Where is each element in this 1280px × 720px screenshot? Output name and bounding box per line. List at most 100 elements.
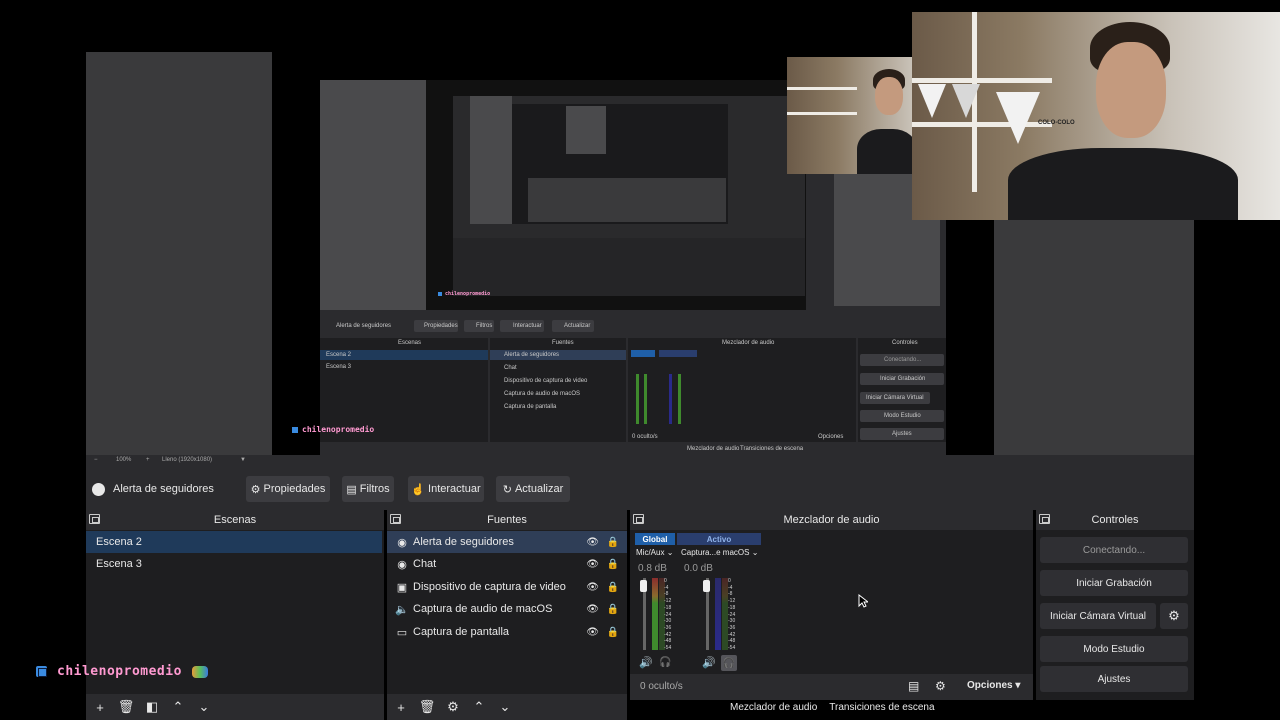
lock-icon[interactable]: 🔒 <box>607 604 619 615</box>
source-item[interactable]: ◉ Chat 👁 🔒 <box>387 553 627 575</box>
undock-icon[interactable] <box>89 514 100 524</box>
nested-tab-mixer: Mezclador de audio <box>687 446 740 452</box>
eye-icon[interactable]: 👁 <box>586 559 599 570</box>
advanced-settings-icon[interactable]: ⚙ <box>935 679 946 693</box>
filters-button[interactable]: ▤ Filtros <box>342 476 394 502</box>
channel-1-name[interactable]: Mic/Aux ⌄ <box>636 548 673 557</box>
scale-tick: -24 <box>728 611 736 618</box>
headphones-icon[interactable]: 🎧 <box>721 655 737 671</box>
eye-icon[interactable]: 👁 <box>586 604 599 615</box>
lock-icon[interactable]: 🔒 <box>607 627 619 638</box>
headphones-icon[interactable]: 🎧 <box>659 657 671 668</box>
chevron-down-icon: ⌄ <box>666 548 674 557</box>
nested-filters: Filtros <box>476 323 493 329</box>
chevron-down-icon[interactable]: ▼ <box>240 457 246 463</box>
mixer-hidden-count: 0 oculto/s <box>640 681 683 692</box>
scale-tick: -4 <box>664 584 669 591</box>
trash-icon[interactable]: 🗑 <box>415 697 439 717</box>
scene-label: Escena 3 <box>96 558 142 570</box>
channel-1-fader[interactable] <box>640 580 647 592</box>
channel-2-fader[interactable] <box>703 580 710 592</box>
filter-icon[interactable]: ◧ <box>140 697 164 717</box>
webcam-small <box>787 57 912 174</box>
channel-2-name[interactable]: Captura...e macOS ⌄ <box>681 548 758 557</box>
eye-icon[interactable]: 👁 <box>586 582 599 593</box>
gear-icon[interactable]: ⚙ <box>441 697 465 717</box>
nested-tab-transitions: Transiciones de escena <box>740 446 804 452</box>
filters-icon: ▤ <box>346 483 357 496</box>
nested-start-recording: Iniciar Grabación <box>880 376 926 382</box>
zoom-in-icon[interactable]: + <box>146 457 150 463</box>
mixer-toolbar: 0 oculto/s ▤ ⚙ Opciones ▾ <box>630 674 1033 700</box>
eye-icon[interactable]: 👁 <box>586 537 599 548</box>
tab-scene-transitions[interactable]: Transiciones de escena <box>829 702 934 713</box>
source-item[interactable]: ▣ Dispositivo de captura de video 👁 🔒 <box>387 576 627 598</box>
nested-mixer-dock: Mezclador de audio 0 oculto/s Opciones <box>628 338 856 442</box>
scale-mode[interactable]: Lleno (1920x1080) <box>162 457 212 463</box>
scale-tick: -48 <box>664 638 672 645</box>
tab-active[interactable]: Activo <box>677 533 761 545</box>
studio-mode-button[interactable]: Modo Estudio <box>1040 636 1188 662</box>
speaker-icon: 🔈 <box>395 603 409 616</box>
twitch-icon <box>438 292 442 296</box>
undock-icon[interactable] <box>1039 514 1050 524</box>
volume-icon[interactable]: 🔊 <box>702 656 716 669</box>
virtual-camera-settings-button[interactable]: ⚙ <box>1160 603 1188 629</box>
tab-audio-mixer[interactable]: Mezclador de audio <box>730 702 817 713</box>
lock-icon[interactable]: 🔒 <box>607 537 619 548</box>
mixer-title: Mezclador de audio <box>783 514 880 526</box>
zoom-out-icon[interactable]: − <box>94 457 98 463</box>
nested-overlay-name-2: chilenopromedio <box>438 291 490 297</box>
context-source: Alerta de seguidores <box>92 477 214 501</box>
source-item[interactable]: ▭ Captura de pantalla 👁 🔒 <box>387 621 627 643</box>
scale-tick: -4 <box>728 584 733 591</box>
nested-refresh: Actualizar <box>564 323 591 329</box>
scale-tick: -36 <box>728 624 736 631</box>
add-icon[interactable]: + <box>389 697 413 717</box>
channel-2-db: 0.0 dB <box>684 563 713 574</box>
undock-icon[interactable] <box>633 514 644 524</box>
chevron-down-icon[interactable]: ⌄ <box>493 697 517 717</box>
volume-icon[interactable]: 🔊 <box>639 656 653 669</box>
sources-title: Fuentes <box>487 514 527 526</box>
tab-global[interactable]: Global <box>635 533 675 545</box>
virtual-camera-button[interactable]: Iniciar Cámara Virtual <box>1040 603 1156 629</box>
properties-button[interactable]: ⚙ Propiedades <box>246 476 330 502</box>
stream-button[interactable]: Conectando... <box>1040 537 1188 563</box>
source-label: Captura de pantalla <box>413 626 510 638</box>
scene-item[interactable]: Escena 2 <box>86 531 382 553</box>
chevron-up-icon[interactable]: ⌃ <box>166 697 190 717</box>
stream-label: Conectando... <box>1082 544 1146 556</box>
lock-icon[interactable]: 🔒 <box>607 582 619 593</box>
eye-icon[interactable]: 👁 <box>586 627 599 638</box>
monitor-icon: ▭ <box>396 626 408 639</box>
settings-button[interactable]: Ajustes <box>1040 666 1188 692</box>
refresh-button[interactable]: ↻ Actualizar <box>496 476 570 502</box>
undock-icon[interactable] <box>390 514 401 524</box>
channel-2-scale: 0 -4 -8 -12 -18 -24 -30 -36 -42 -48 -54 <box>728 578 735 652</box>
interact-button[interactable]: ☝ Interactuar <box>408 476 484 502</box>
chevron-down-icon[interactable]: ⌄ <box>192 697 216 717</box>
start-recording-button[interactable]: Iniciar Grabación <box>1040 570 1188 596</box>
layout-icon[interactable]: ▤ <box>908 679 919 693</box>
nested-connecting: Conectando... <box>884 357 922 363</box>
source-item[interactable]: 🔈 Captura de audio de macOS 👁 🔒 <box>387 598 627 620</box>
nested-mixer-hidden: 0 oculto/s <box>632 434 658 440</box>
source-item[interactable]: ◉ Alerta de seguidores 👁 🔒 <box>387 531 627 553</box>
trash-icon[interactable]: 🗑 <box>114 697 138 717</box>
gear-icon: ⚙ <box>250 483 261 496</box>
nested-source-2: Chat <box>504 365 517 371</box>
channel-1-meter-l <box>652 578 658 650</box>
add-icon[interactable]: + <box>88 697 112 717</box>
preview-gray-right <box>994 220 1184 455</box>
sources-toolbar: + 🗑 ⚙ ⌃ ⌄ <box>387 694 627 720</box>
scale-tick: -54 <box>728 645 736 652</box>
scale-tick: -42 <box>664 631 672 638</box>
chevron-up-icon[interactable]: ⌃ <box>467 697 491 717</box>
nested-context-bar: Alerta de seguidores Propiedades Filtros… <box>320 318 946 334</box>
options-button[interactable]: Opciones ▾ <box>967 680 1020 691</box>
lock-icon[interactable]: 🔒 <box>607 559 619 570</box>
scene-item[interactable]: Escena 3 <box>86 553 384 575</box>
refresh-label: Actualizar <box>514 483 564 495</box>
nested-mixer-options: Opciones <box>818 434 844 440</box>
